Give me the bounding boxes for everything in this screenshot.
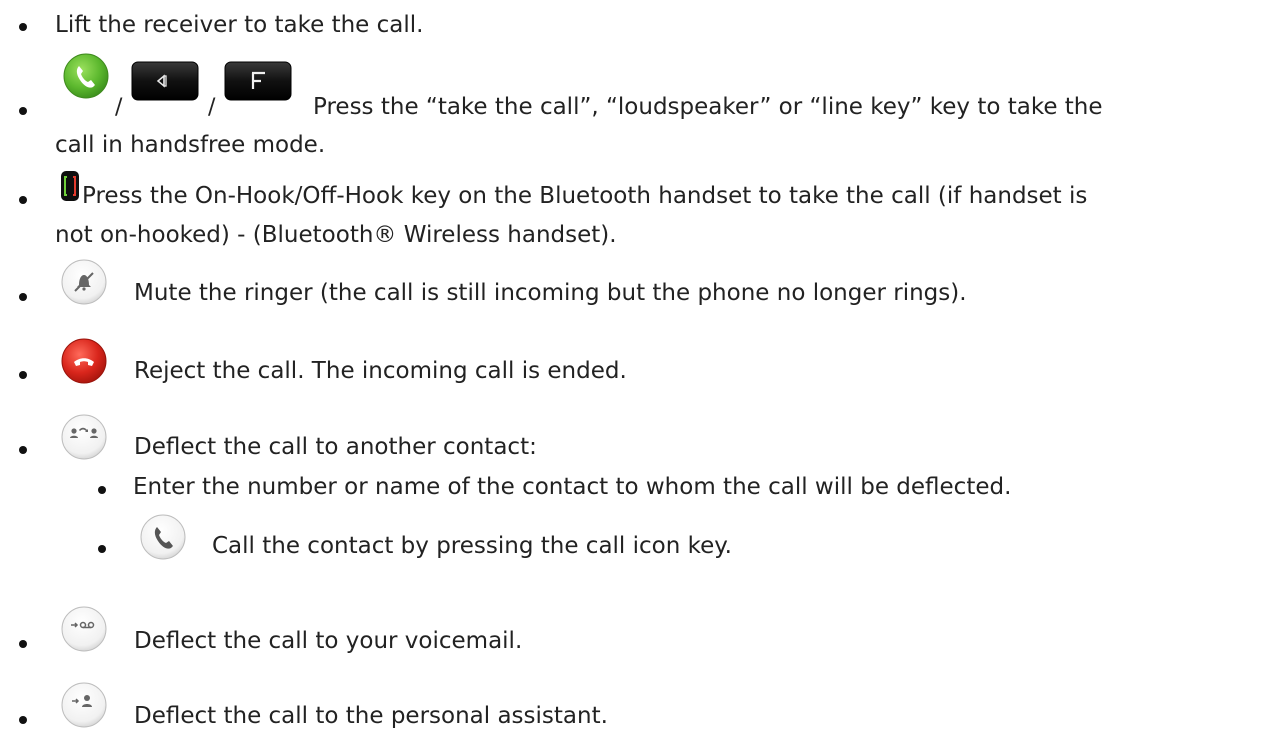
instruction-text: not on-hooked) - (Bluetooth® Wireless ha…: [55, 222, 617, 248]
instruction-text: Enter the number or name of the contact …: [133, 474, 1012, 500]
bullet: [19, 371, 27, 379]
bullet: [19, 446, 27, 454]
instruction-text: Deflect the call to your voicemail.: [134, 628, 523, 654]
instruction-text: Press the “take the call”, “loudspeaker”…: [313, 94, 1103, 120]
mute-ringer-icon: [60, 258, 108, 306]
deflect-assistant-icon: [60, 681, 108, 729]
separator: /: [208, 95, 216, 120]
instruction-text: call in handsfree mode.: [55, 132, 326, 158]
instruction-text: Mute the ringer (the call is still incom…: [134, 280, 967, 306]
reject-call-icon: [60, 337, 108, 385]
bullet: [19, 640, 27, 648]
loudspeaker-icon: [131, 61, 199, 101]
bullet: [19, 196, 27, 204]
bullet: [98, 545, 106, 553]
deflect-voicemail-icon: [60, 605, 108, 653]
instruction-text: Press the On-Hook/Off-Hook key on the Bl…: [82, 183, 1088, 209]
instruction-text: Deflect the call to another contact:: [134, 434, 537, 460]
call-icon: [139, 513, 187, 561]
instruction-text: Reject the call. The incoming call is en…: [134, 358, 627, 384]
deflect-contact-icon: [60, 413, 108, 461]
bullet: [19, 716, 27, 724]
bullet: [19, 107, 27, 115]
bullet: [19, 293, 27, 301]
take-call-icon: [62, 52, 110, 100]
bullet: [98, 486, 106, 494]
instruction-text: Lift the receiver to take the call.: [55, 12, 424, 38]
bluetooth-handset-icon: [60, 170, 80, 202]
instruction-text: Call the contact by pressing the call ic…: [212, 533, 732, 559]
bullet: [19, 23, 27, 31]
separator: /: [115, 95, 123, 120]
line-key-icon: [224, 61, 292, 101]
instruction-text: Deflect the call to the personal assista…: [134, 703, 608, 729]
